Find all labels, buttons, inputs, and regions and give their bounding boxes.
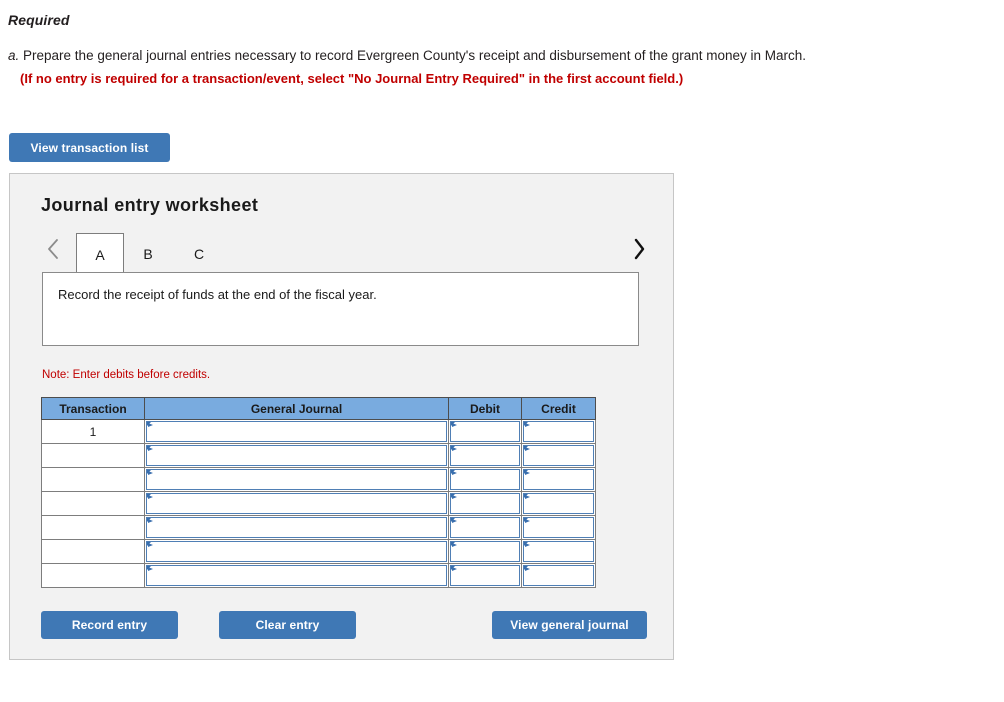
general-journal-account-input[interactable] <box>144 467 449 492</box>
general-journal-account-input[interactable] <box>144 419 449 444</box>
credit-amount-input[interactable] <box>521 491 596 516</box>
account-select-field[interactable] <box>146 517 447 538</box>
credit-field[interactable] <box>523 445 594 466</box>
chevron-left-icon <box>46 237 60 266</box>
credit-field[interactable] <box>523 469 594 490</box>
general-journal-account-input[interactable] <box>144 539 449 564</box>
account-select-field[interactable] <box>146 445 447 466</box>
tab-a[interactable]: A <box>76 233 124 276</box>
instruction-line: a. Prepare the general journal entries n… <box>8 46 978 66</box>
journal-entry-worksheet-panel: Journal entry worksheet A B C Record the… <box>9 173 674 660</box>
journal-entry-table: Transaction General Journal Debit Credit… <box>41 397 596 588</box>
page-title: Required <box>8 12 70 28</box>
table-row: 1 <box>41 419 596 444</box>
clear-entry-button[interactable]: Clear entry <box>219 611 356 639</box>
next-entry-button[interactable] <box>628 237 650 265</box>
tab-b-label: B <box>143 246 153 262</box>
column-header-general-journal: General Journal <box>144 397 449 420</box>
debit-amount-input[interactable] <box>448 491 522 516</box>
credit-amount-input[interactable] <box>521 467 596 492</box>
account-select-field[interactable] <box>146 469 447 490</box>
entry-description-text: Record the receipt of funds at the end o… <box>58 287 377 302</box>
credit-field[interactable] <box>523 517 594 538</box>
credit-field[interactable] <box>523 541 594 562</box>
tab-c[interactable]: C <box>175 233 223 275</box>
instruction-letter: a. <box>8 48 20 63</box>
instruction-text: Prepare the general journal entries nece… <box>23 48 807 63</box>
transaction-number-cell <box>41 515 145 540</box>
tab-a-label: A <box>95 247 105 263</box>
general-journal-account-input[interactable] <box>144 491 449 516</box>
table-header-row: Transaction General Journal Debit Credit <box>41 397 596 420</box>
transaction-number-cell <box>41 563 145 588</box>
credit-field[interactable] <box>523 421 594 442</box>
column-header-credit: Credit <box>521 397 596 420</box>
debit-field[interactable] <box>450 565 520 586</box>
credit-amount-input[interactable] <box>521 539 596 564</box>
tab-c-label: C <box>193 246 205 262</box>
chevron-right-icon <box>631 236 647 267</box>
general-journal-account-input[interactable] <box>144 563 449 588</box>
record-entry-button[interactable]: Record entry <box>41 611 178 639</box>
debit-amount-input[interactable] <box>448 467 522 492</box>
prev-entry-button[interactable] <box>42 237 64 265</box>
table-row <box>41 491 596 516</box>
table-row <box>41 443 596 468</box>
general-journal-account-input[interactable] <box>144 515 449 540</box>
account-select-field[interactable] <box>146 493 447 514</box>
debit-amount-input[interactable] <box>448 539 522 564</box>
debit-amount-input[interactable] <box>448 515 522 540</box>
transaction-number-cell <box>41 491 145 516</box>
worksheet-tab-strip: A B C <box>10 229 675 276</box>
table-row <box>41 539 596 564</box>
debit-field[interactable] <box>450 517 520 538</box>
debit-field[interactable] <box>450 541 520 562</box>
debits-before-credits-note: Note: Enter debits before credits. <box>42 369 211 381</box>
general-journal-account-input[interactable] <box>144 443 449 468</box>
debit-amount-input[interactable] <box>448 443 522 468</box>
instructions-block: a. Prepare the general journal entries n… <box>8 46 978 89</box>
debit-amount-input[interactable] <box>448 419 522 444</box>
table-row <box>41 515 596 540</box>
debit-field[interactable] <box>450 493 520 514</box>
debit-amount-input[interactable] <box>448 563 522 588</box>
account-select-field[interactable] <box>146 541 447 562</box>
worksheet-title: Journal entry worksheet <box>41 195 259 215</box>
transaction-number-cell <box>41 467 145 492</box>
instruction-note: (If no entry is required for a transacti… <box>20 71 684 86</box>
credit-field[interactable] <box>523 493 594 514</box>
column-header-transaction: Transaction <box>41 397 145 420</box>
debit-field[interactable] <box>450 421 520 442</box>
debit-field[interactable] <box>450 469 520 490</box>
debit-field[interactable] <box>450 445 520 466</box>
table-row <box>41 467 596 492</box>
credit-field[interactable] <box>523 565 594 586</box>
credit-amount-input[interactable] <box>521 443 596 468</box>
view-general-journal-button[interactable]: View general journal <box>492 611 647 639</box>
transaction-number-cell <box>41 539 145 564</box>
table-row <box>41 563 596 588</box>
credit-amount-input[interactable] <box>521 563 596 588</box>
transaction-number-cell <box>41 443 145 468</box>
entry-description-box: Record the receipt of funds at the end o… <box>42 272 639 346</box>
view-transaction-list-button[interactable]: View transaction list <box>9 133 170 162</box>
column-header-debit: Debit <box>448 397 522 420</box>
credit-amount-input[interactable] <box>521 419 596 444</box>
credit-amount-input[interactable] <box>521 515 596 540</box>
tab-b[interactable]: B <box>124 233 172 275</box>
account-select-field[interactable] <box>146 565 447 586</box>
transaction-number-cell: 1 <box>41 419 145 444</box>
account-select-field[interactable] <box>146 421 447 442</box>
